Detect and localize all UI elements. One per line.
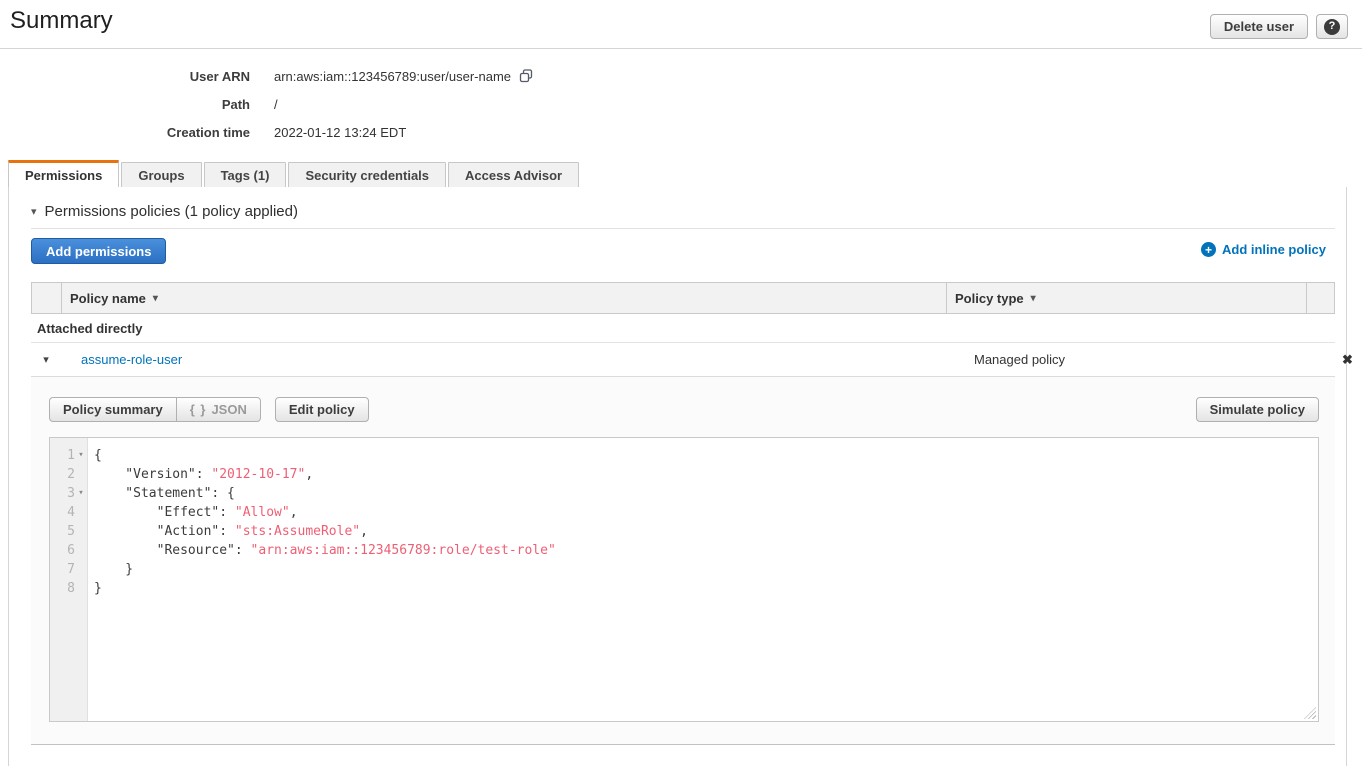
policy-detail-panel: Policy summary { } JSON Edit policy Simu… (31, 376, 1335, 745)
user-info: User ARN arn:aws:iam::123456789:user/use… (0, 62, 533, 146)
fold-caret-icon (75, 541, 87, 560)
path-value: / (274, 97, 278, 112)
sort-caret-icon: ▾ (1031, 293, 1036, 304)
sort-caret-icon: ▾ (153, 293, 158, 304)
path-label: Path (0, 97, 250, 112)
page-header: Summary Delete user ? (0, 0, 1362, 49)
policy-row: ▾ assume-role-user Managed policy ✖ (31, 343, 1335, 376)
section-heading: Permissions policies (1 policy applied) (45, 203, 298, 220)
policy-name-header-label: Policy name (70, 291, 146, 306)
page-title: Summary (10, 7, 113, 35)
permissions-tab-panel: ▾ Permissions policies (1 policy applied… (8, 187, 1347, 766)
policy-summary-button[interactable]: Policy summary (49, 397, 176, 422)
code-line: 8 } (50, 579, 1318, 598)
row-expander-icon[interactable]: ▾ (43, 353, 49, 366)
creation-time-value: 2022-01-12 13:24 EDT (274, 125, 406, 140)
user-arn-value: arn:aws:iam::123456789:user/user-name (274, 69, 511, 84)
resize-handle[interactable] (1304, 707, 1316, 719)
fold-caret-icon[interactable]: ▾ (75, 446, 87, 465)
permissions-policies-section-header: ▾ Permissions policies (1 policy applied… (31, 203, 298, 220)
iam-user-summary-page: Summary Delete user ? User ARN arn:aws:i… (0, 0, 1362, 766)
fold-caret-icon (75, 465, 87, 484)
fold-caret-icon (75, 503, 87, 522)
attached-directly-group-row: Attached directly (31, 314, 1335, 343)
delete-user-button[interactable]: Delete user (1210, 14, 1308, 39)
column-header-policy-name[interactable]: Policy name ▾ (62, 283, 947, 313)
fold-caret-icon (75, 560, 87, 579)
creation-time-row: Creation time 2022-01-12 13:24 EDT (0, 118, 533, 146)
header-actions: Delete user ? (1210, 14, 1348, 39)
policy-table-header: Policy name ▾ Policy type ▾ (31, 282, 1335, 314)
code-line: 2 "Version": "2012-10-17", (50, 465, 1318, 484)
json-view-button[interactable]: { } JSON (176, 397, 261, 422)
policy-view-switch: Policy summary { } JSON (49, 397, 261, 422)
add-inline-policy-label: Add inline policy (1222, 242, 1326, 257)
section-divider (31, 228, 1335, 229)
add-permissions-button[interactable]: Add permissions (31, 238, 166, 264)
policy-table: Policy name ▾ Policy type ▾ Attached dir… (31, 282, 1335, 376)
code-line: 4 "Effect": "Allow", (50, 503, 1318, 522)
simulate-policy-button[interactable]: Simulate policy (1196, 397, 1319, 422)
policy-detail-toolbar: Policy summary { } JSON Edit policy Simu… (49, 397, 1319, 422)
collapse-section-icon[interactable]: ▾ (31, 205, 37, 218)
fold-caret-icon[interactable]: ▾ (75, 484, 87, 503)
fold-caret-icon (75, 579, 87, 598)
policy-type-value: Managed policy (974, 352, 1065, 367)
column-header-policy-type[interactable]: Policy type ▾ (947, 283, 1307, 313)
add-inline-policy-link[interactable]: + Add inline policy (1201, 242, 1326, 257)
header-cell-empty (32, 283, 62, 313)
remove-policy-icon[interactable]: ✖ (1342, 352, 1353, 368)
group-row-label: Attached directly (37, 321, 142, 336)
tab-access-advisor[interactable]: Access Advisor (448, 162, 579, 190)
creation-time-label: Creation time (0, 125, 250, 140)
code-line: 7 } (50, 560, 1318, 579)
tab-permissions[interactable]: Permissions (8, 160, 119, 190)
policy-json-editor[interactable]: 1▾ { 2 "Version": "2012-10-17", 3▾ "Stat… (49, 437, 1319, 722)
code-line: 5 "Action": "sts:AssumeRole", (50, 522, 1318, 541)
fold-caret-icon (75, 522, 87, 541)
help-icon: ? (1324, 19, 1340, 35)
json-button-label: JSON (211, 402, 246, 417)
code-line: 3▾ "Statement": { (50, 484, 1318, 503)
user-arn-row: User ARN arn:aws:iam::123456789:user/use… (0, 62, 533, 90)
header-cell-actions (1307, 283, 1334, 313)
edit-policy-button[interactable]: Edit policy (275, 397, 369, 422)
code-line: 6 "Resource": "arn:aws:iam::123456789:ro… (50, 541, 1318, 560)
code-line: 1▾ { (50, 446, 1318, 465)
tab-bar: Permissions Groups Tags (1) Security cre… (8, 160, 579, 190)
plus-icon: + (1201, 242, 1216, 257)
path-row: Path / (0, 90, 533, 118)
tab-tags[interactable]: Tags (1) (204, 162, 287, 190)
copy-icon[interactable] (519, 69, 533, 83)
tab-security-credentials[interactable]: Security credentials (288, 162, 446, 190)
tab-groups[interactable]: Groups (121, 162, 201, 190)
help-button[interactable]: ? (1316, 14, 1348, 39)
user-arn-label: User ARN (0, 69, 250, 84)
policy-name-link[interactable]: assume-role-user (81, 352, 182, 367)
policy-type-header-label: Policy type (955, 291, 1024, 306)
braces-icon: { } (190, 402, 207, 417)
